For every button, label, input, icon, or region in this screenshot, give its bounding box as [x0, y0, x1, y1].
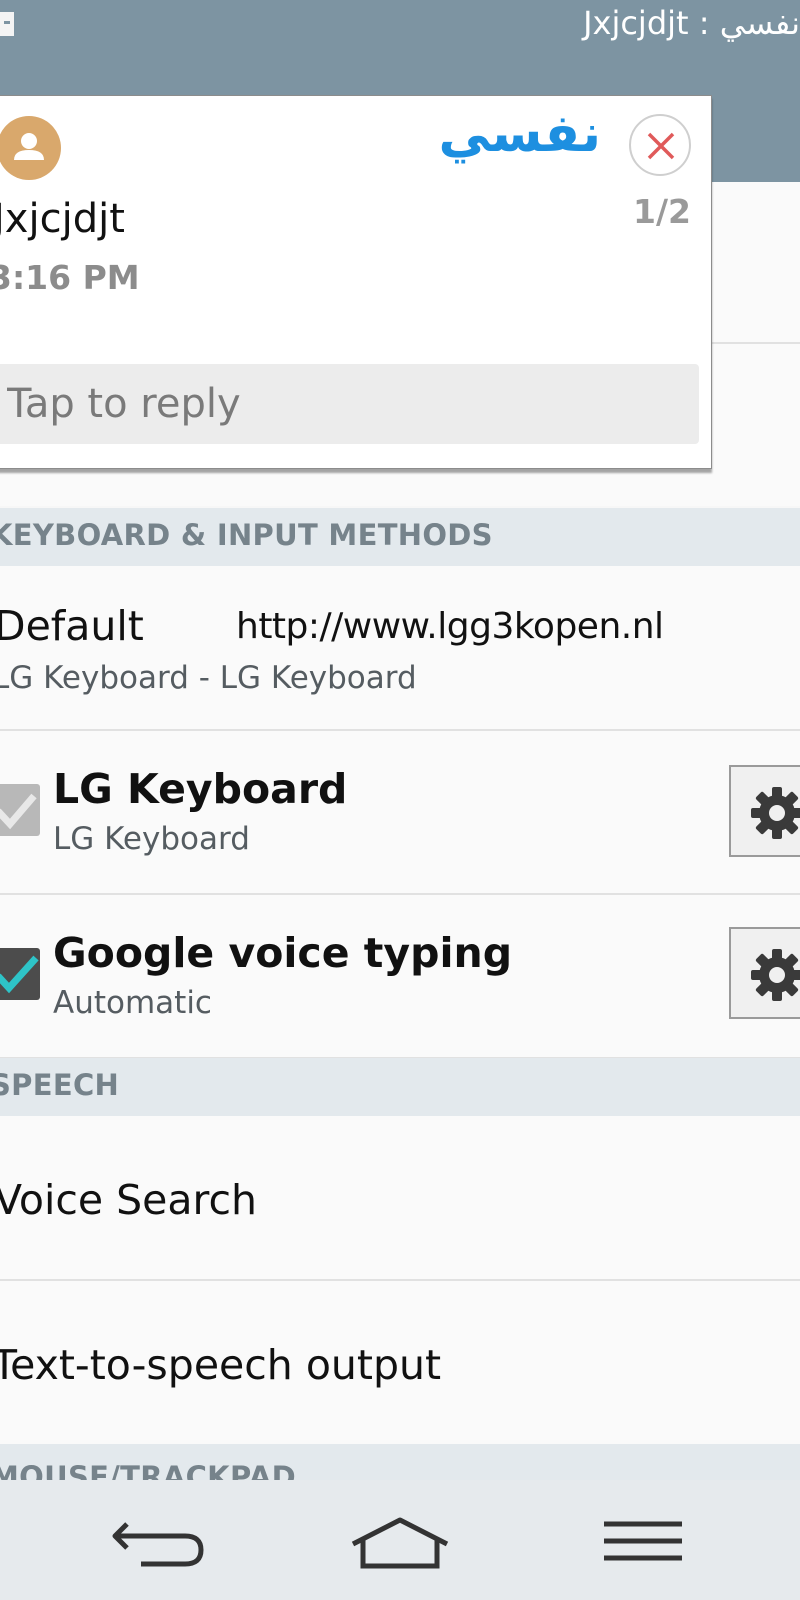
section-header-label: SPEECH — [0, 1068, 120, 1102]
google-voice-typing-title: Google voice typing — [53, 929, 513, 977]
gear-icon — [751, 787, 800, 839]
menu-button[interactable] — [588, 1510, 698, 1574]
lg-keyboard-title: LG Keyboard — [53, 765, 348, 813]
check-icon — [0, 955, 39, 994]
navigation-bar — [0, 1480, 800, 1600]
close-icon — [647, 132, 675, 160]
google-voice-typing-checkbox[interactable] — [0, 948, 40, 1000]
quick-message-popup: نفسي 1/2 Jxjcjdjt 3:16 PM — [0, 95, 712, 469]
section-header-keyboard: KEYBOARD & INPUT METHODS — [0, 508, 800, 566]
section-header-label: MOUSE/TRACKPAD — [0, 1460, 296, 1480]
section-header-speech: SPEECH — [0, 1058, 800, 1116]
reply-input[interactable] — [0, 364, 699, 444]
close-button[interactable] — [629, 114, 691, 176]
notification-icon — [0, 12, 14, 36]
google-voice-typing-subtitle: Automatic — [53, 985, 212, 1021]
message-body: نفسي — [438, 104, 601, 164]
google-voice-typing-row[interactable]: Google voice typing Automatic — [0, 895, 800, 1059]
watermark-url: http://www.lgg3kopen.nl — [236, 606, 664, 647]
lg-keyboard-subtitle: LG Keyboard — [53, 821, 250, 857]
contact-avatar[interactable] — [0, 116, 61, 180]
sender-name: Jxjcjdjt — [0, 196, 125, 242]
tts-output-row[interactable]: Text-to-speech output — [0, 1281, 800, 1444]
voice-search-row[interactable]: Voice Search — [0, 1116, 800, 1281]
notification-ticker: Jxjcjdjt : نفسي — [583, 4, 800, 42]
default-keyboard-row[interactable]: Default http://www.lgg3kopen.nl LG Keybo… — [0, 566, 800, 731]
back-icon — [112, 1522, 204, 1567]
person-icon — [14, 133, 44, 160]
voice-search-title: Voice Search — [0, 1176, 257, 1224]
home-button[interactable] — [345, 1510, 455, 1574]
lg-keyboard-row[interactable]: LG Keyboard LG Keyboard — [0, 731, 800, 895]
menu-icon — [604, 1521, 682, 1561]
lg-keyboard-settings-button[interactable] — [729, 765, 800, 857]
default-subtitle: LG Keyboard - LG Keyboard — [0, 660, 417, 696]
status-bar: Jxjcjdjt : نفسي — [0, 0, 800, 62]
google-voice-typing-settings-button[interactable] — [729, 927, 800, 1019]
message-time: 3:16 PM — [0, 258, 140, 297]
lg-keyboard-checkbox[interactable] — [0, 784, 40, 836]
section-header-mouse: MOUSE/TRACKPAD — [0, 1444, 800, 1480]
back-button[interactable] — [105, 1510, 215, 1574]
message-pager: 1/2 — [633, 192, 691, 231]
home-icon — [351, 1517, 449, 1569]
check-icon — [0, 793, 37, 830]
section-header-label: KEYBOARD & INPUT METHODS — [0, 518, 493, 552]
tts-output-title: Text-to-speech output — [0, 1341, 442, 1389]
default-title: Default — [0, 602, 144, 650]
gear-icon — [751, 949, 800, 1001]
